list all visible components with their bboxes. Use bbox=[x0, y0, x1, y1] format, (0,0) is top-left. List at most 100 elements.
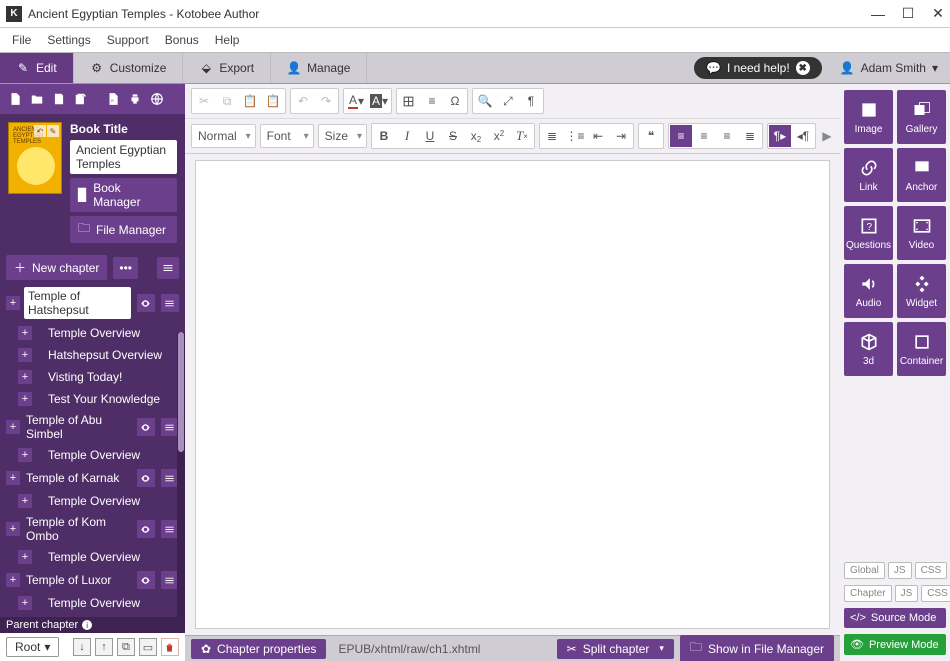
clear-format-button[interactable]: T× bbox=[511, 125, 533, 147]
underline-button[interactable]: U bbox=[419, 125, 441, 147]
chip-js[interactable]: JS bbox=[888, 562, 912, 579]
menu-file[interactable]: File bbox=[4, 31, 39, 49]
chapter-row[interactable]: +Temple Overview bbox=[0, 444, 185, 466]
chapter-row[interactable]: +Temple Overview bbox=[0, 592, 185, 614]
redo-button[interactable]: ↷ bbox=[315, 90, 337, 112]
omega-button[interactable]: Ω bbox=[444, 90, 466, 112]
toolbar-more-button[interactable]: ▶ bbox=[820, 129, 834, 143]
tile-container[interactable]: Container bbox=[897, 322, 946, 376]
add-subchapter-button[interactable]: + bbox=[18, 348, 32, 362]
add-subchapter-button[interactable]: + bbox=[18, 550, 32, 564]
chip-global[interactable]: Global bbox=[844, 562, 885, 579]
hr-button[interactable]: ≡ bbox=[421, 90, 443, 112]
book-title-input[interactable]: Ancient Egyptian Temples bbox=[70, 140, 177, 174]
globe-icon[interactable] bbox=[148, 90, 166, 108]
cover-undo-icon[interactable]: ↶ bbox=[34, 125, 46, 137]
info-icon[interactable]: i bbox=[82, 620, 92, 630]
tab-export[interactable]: ⬙ Export bbox=[183, 53, 271, 83]
export-pdf-icon[interactable]: A bbox=[104, 90, 122, 108]
chapter-row[interactable]: +Hatshepsut Overview bbox=[0, 344, 185, 366]
chapter-properties-button[interactable]: ✿Chapter properties bbox=[191, 639, 326, 659]
menu-settings[interactable]: Settings bbox=[39, 31, 98, 49]
editor-canvas[interactable] bbox=[195, 160, 830, 629]
chapter-more-button[interactable]: ••• bbox=[113, 257, 138, 279]
source-mode-button[interactable]: </>Source Mode bbox=[844, 608, 946, 628]
bulletlist-button[interactable]: ⋮≡ bbox=[564, 125, 586, 147]
show-in-file-manager-button[interactable]: 🗀Show in File Manager bbox=[680, 635, 834, 661]
blocks-button[interactable]: ¶ bbox=[520, 90, 542, 112]
close-button[interactable]: ✕ bbox=[932, 8, 944, 20]
chapter-row[interactable]: +Visting Today! bbox=[0, 366, 185, 388]
save-icon[interactable] bbox=[50, 90, 68, 108]
chapter-row[interactable]: +Temple Overview bbox=[0, 546, 185, 568]
outdent-button[interactable]: ⇤ bbox=[587, 125, 609, 147]
tile-image[interactable]: Image bbox=[844, 90, 893, 144]
add-subchapter-button[interactable]: + bbox=[6, 573, 20, 587]
add-chapter-button[interactable]: ▭ bbox=[139, 638, 157, 656]
chapter-row[interactable]: +Temple of Abu Simbel bbox=[0, 410, 185, 444]
add-subchapter-button[interactable]: + bbox=[6, 471, 20, 485]
move-up-button[interactable]: ↑ bbox=[95, 638, 113, 656]
chapter-options-button[interactable] bbox=[161, 294, 179, 312]
menu-bonus[interactable]: Bonus bbox=[157, 31, 207, 49]
align-right-button[interactable]: ≡ bbox=[716, 125, 738, 147]
visibility-toggle[interactable] bbox=[137, 418, 155, 436]
chapter-row[interactable]: +Test Your Knowledge bbox=[0, 388, 185, 410]
add-subchapter-button[interactable]: + bbox=[18, 370, 32, 384]
text-color-button[interactable]: A▾ bbox=[345, 90, 367, 112]
tile-widget[interactable]: Widget bbox=[897, 264, 946, 318]
paste-button[interactable]: 📋 bbox=[239, 90, 261, 112]
tile-video[interactable]: Video bbox=[897, 206, 946, 260]
book-cover[interactable]: ANCIENT EGYPTIAN TEMPLES ↶ ✎ bbox=[8, 122, 62, 194]
quote-button[interactable]: ❝ bbox=[640, 125, 662, 147]
add-subchapter-button[interactable]: + bbox=[6, 522, 20, 536]
cut-button[interactable]: ✂ bbox=[193, 90, 215, 112]
user-menu[interactable]: 👤 Adam Smith ▾ bbox=[828, 53, 950, 83]
add-subchapter-button[interactable]: + bbox=[18, 392, 32, 406]
numlist-button[interactable]: ≣ bbox=[541, 125, 563, 147]
maximize-button[interactable]: ☐ bbox=[902, 8, 914, 20]
delete-chapter-button[interactable] bbox=[161, 638, 179, 656]
sidebar-scrollbar[interactable] bbox=[177, 332, 185, 619]
align-left-button[interactable]: ≡ bbox=[670, 125, 692, 147]
size-select[interactable]: Size bbox=[318, 124, 367, 148]
table-button[interactable] bbox=[398, 90, 420, 112]
zoom-button[interactable]: 🔍 bbox=[474, 90, 496, 112]
chip-js2[interactable]: JS bbox=[895, 585, 919, 602]
new-chapter-button[interactable]: ＋New chapter bbox=[6, 255, 107, 280]
new-file-icon[interactable] bbox=[6, 90, 24, 108]
tile-3d[interactable]: 3d bbox=[844, 322, 893, 376]
add-subchapter-button[interactable]: + bbox=[18, 326, 32, 340]
menu-help[interactable]: Help bbox=[207, 31, 248, 49]
minimize-button[interactable]: — bbox=[872, 8, 884, 20]
ltr-button[interactable]: ¶▸ bbox=[769, 125, 791, 147]
tile-audio[interactable]: Audio bbox=[844, 264, 893, 318]
tile-questions[interactable]: ?Questions bbox=[844, 206, 893, 260]
copy-button[interactable]: ⧉ bbox=[216, 90, 238, 112]
chapter-title-input[interactable]: Temple of Hatshepsut bbox=[24, 287, 131, 319]
chapter-menu-button[interactable] bbox=[157, 257, 179, 279]
add-subchapter-button[interactable]: + bbox=[6, 296, 20, 310]
visibility-toggle[interactable] bbox=[137, 571, 155, 589]
align-center-button[interactable]: ≡ bbox=[693, 125, 715, 147]
chapter-row[interactable]: +Temple of Luxor bbox=[0, 568, 185, 592]
open-folder-icon[interactable] bbox=[28, 90, 46, 108]
book-manager-button[interactable]: ▉Book Manager bbox=[70, 178, 177, 212]
expand-button[interactable]: ⤢ bbox=[497, 90, 519, 112]
align-justify-button[interactable]: ≣ bbox=[739, 125, 761, 147]
subscript-button[interactable]: x2 bbox=[465, 125, 487, 147]
split-chapter-button[interactable]: ✂Split chapter bbox=[557, 639, 674, 659]
rtl-button[interactable]: ◂¶ bbox=[792, 125, 814, 147]
preview-mode-button[interactable]: 👁Preview Mode bbox=[844, 634, 946, 655]
font-select[interactable]: Font bbox=[260, 124, 314, 148]
visibility-toggle[interactable] bbox=[137, 294, 155, 312]
add-subchapter-button[interactable]: + bbox=[6, 420, 20, 434]
tab-edit[interactable]: ✎ Edit bbox=[0, 53, 74, 83]
tab-customize[interactable]: ⚙ Customize bbox=[74, 53, 184, 83]
print-icon[interactable] bbox=[126, 90, 144, 108]
visibility-toggle[interactable] bbox=[137, 520, 155, 538]
chip-css2[interactable]: CSS bbox=[921, 585, 950, 602]
add-subchapter-button[interactable]: + bbox=[18, 596, 32, 610]
chapter-row[interactable]: +Temple Overview bbox=[0, 322, 185, 344]
save-all-icon[interactable] bbox=[72, 90, 90, 108]
